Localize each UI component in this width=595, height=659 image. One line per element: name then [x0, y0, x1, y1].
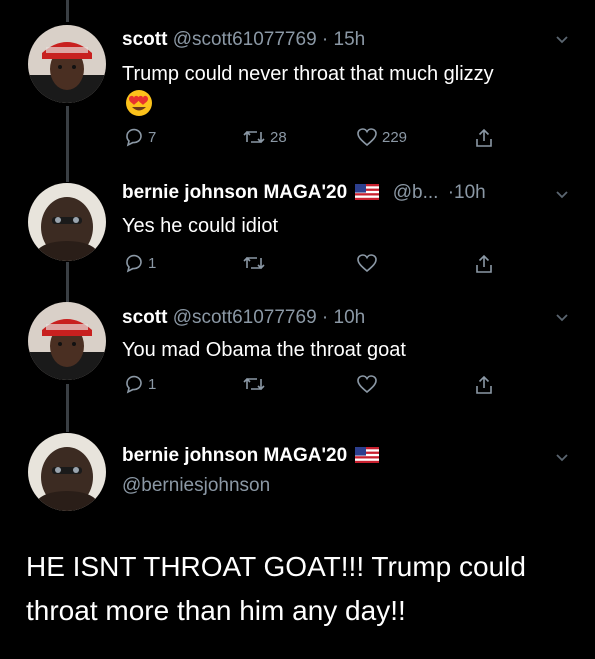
reply-count: 1	[148, 254, 157, 272]
chevron-down-icon[interactable]	[555, 310, 569, 328]
separator-dot: ·	[321, 29, 329, 50]
timestamp[interactable]: 10h	[334, 307, 366, 328]
share-button[interactable]	[474, 127, 494, 149]
tweet[interactable]: bernie johnson MAGA'20 @b... ·10h Yes he…	[0, 165, 595, 300]
tweet-header: bernie johnson MAGA'20 @b... ·10h	[122, 182, 486, 206]
retweet-icon	[242, 127, 266, 147]
reply-icon	[124, 127, 144, 147]
heart-icon	[356, 127, 378, 147]
retweet-button[interactable]	[242, 374, 266, 394]
like-button[interactable]: 229	[356, 127, 407, 147]
display-name[interactable]: scott	[122, 29, 167, 50]
retweet-icon	[242, 253, 266, 273]
main-tweet-text: HE ISNT THROAT GOAT!!! Trump could throa…	[26, 551, 526, 626]
tweet-actions: 1	[118, 253, 508, 277]
reply-button[interactable]: 1	[124, 374, 156, 394]
tweet-text: Trump could never throat that much glizz…	[122, 63, 494, 85]
us-flag-icon	[355, 447, 380, 469]
tweet-actions: 1	[118, 374, 508, 398]
tweet[interactable]: scott @scott61077769 · 15h Trump could n…	[0, 0, 595, 165]
user-handle[interactable]: @berniesjohnson	[122, 475, 270, 497]
reply-button[interactable]: 1	[124, 253, 156, 273]
like-button[interactable]	[356, 253, 378, 273]
display-name[interactable]: bernie johnson MAGA'20	[122, 445, 347, 466]
chevron-down-icon[interactable]	[555, 32, 569, 50]
reply-count: 1	[148, 375, 157, 393]
reply-button[interactable]: 7	[124, 127, 156, 147]
share-button[interactable]	[474, 253, 494, 275]
timestamp[interactable]: 10h	[454, 182, 486, 203]
share-icon	[474, 374, 494, 396]
reply-icon	[124, 253, 144, 273]
tweet[interactable]: scott @scott61077769 · 10h You mad Obama…	[0, 300, 595, 425]
user-handle[interactable]: @scott61077769	[173, 307, 317, 328]
chevron-down-icon[interactable]	[555, 450, 569, 468]
user-handle[interactable]: @scott61077769	[173, 29, 317, 50]
heart-icon	[356, 374, 378, 394]
avatar[interactable]	[28, 302, 106, 380]
chevron-down-icon[interactable]	[555, 187, 569, 205]
display-name[interactable]: bernie johnson MAGA'20	[122, 182, 347, 203]
like-button[interactable]	[356, 374, 378, 394]
avatar[interactable]	[28, 183, 106, 261]
timestamp[interactable]: 15h	[334, 29, 366, 50]
display-name[interactable]: scott	[122, 307, 167, 328]
tweet-header: scott @scott61077769 · 15h	[122, 29, 365, 51]
avatar[interactable]	[28, 25, 106, 103]
like-count: 229	[382, 128, 408, 146]
reply-icon	[124, 374, 144, 394]
tweet-header: bernie johnson MAGA'20	[122, 445, 380, 469]
share-button[interactable]	[474, 374, 494, 396]
heart-icon	[356, 253, 378, 273]
retweet-count: 28	[270, 128, 287, 146]
retweet-button[interactable]: 28	[242, 127, 287, 147]
tweet-text: Yes he could idiot	[122, 215, 279, 237]
retweet-button[interactable]	[242, 253, 266, 273]
separator-dot: ·	[321, 307, 329, 328]
heart-eyes-emoji	[124, 88, 154, 124]
tweet-header: scott @scott61077769 · 10h	[122, 307, 365, 329]
us-flag-icon	[355, 184, 380, 206]
tweet-text: You mad Obama the throat goat	[122, 339, 406, 361]
avatar[interactable]	[28, 433, 106, 511]
share-icon	[474, 127, 494, 149]
retweet-icon	[242, 374, 266, 394]
tweet-actions: 7 28 229	[118, 127, 508, 151]
share-icon	[474, 253, 494, 275]
reply-count: 7	[148, 128, 157, 146]
user-handle[interactable]: @b...	[393, 182, 439, 203]
